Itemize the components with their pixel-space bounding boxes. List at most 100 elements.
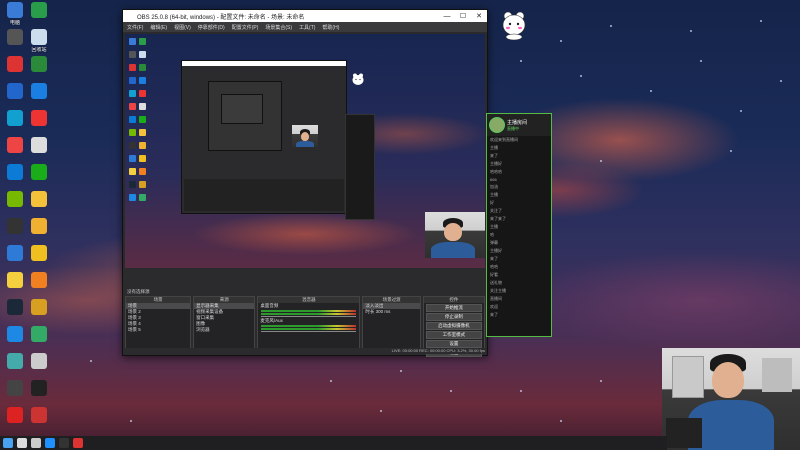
app-icon (31, 380, 47, 396)
preview-app-icon (129, 103, 136, 110)
preview-chat-panel (345, 114, 375, 220)
menu-item[interactable]: 场景集合(S) (265, 24, 292, 31)
chat-message-list[interactable]: 欢迎来到直播间 主播 来了 主播好 哈哈哈 666 加油 主播好关注了 来了来了 主播哈弹幕 主播好… (487, 136, 551, 319)
streamer-name: 主播房间 (507, 119, 528, 126)
menu-item[interactable]: 停靠部件(D) (198, 24, 225, 31)
scenes-dock[interactable]: 场景 场景 场景 2 场景 3 场景 4 场景 5 (125, 296, 192, 353)
app-icon (7, 299, 23, 315)
menu-item[interactable]: 帮助(H) (322, 24, 339, 31)
star (580, 75, 582, 77)
preview-app-icon (129, 142, 136, 149)
chat-message: 弹幕 (490, 240, 498, 245)
controls-dock[interactable]: 控件 开始推流停止录制启动虚拟摄像机工作室模式设置退出 (422, 296, 485, 357)
avatar (489, 117, 505, 133)
chat-message: 来了 (490, 256, 498, 261)
obs-window-title: OBS 25.0.8 (64-bit, windows) - 配置文件: 未命名… (137, 14, 305, 21)
preview-app-icon (129, 64, 136, 71)
volume-meter (261, 310, 357, 312)
control-button[interactable]: 工作室模式 (425, 331, 482, 339)
nested-webcam (292, 125, 318, 147)
search-icon[interactable] (17, 438, 27, 448)
mixer-channel-label: 桌面音频 (260, 303, 279, 308)
chat-message: 加油 (490, 184, 498, 189)
control-button[interactable]: 开始推流 (425, 304, 482, 312)
control-button[interactable]: 设置 (425, 340, 482, 348)
app-icon (7, 191, 23, 207)
preview-app-icon (139, 103, 146, 110)
star (450, 390, 452, 392)
app-icon[interactable] (73, 438, 83, 448)
preview-app-icon (139, 38, 146, 45)
app-icon (31, 164, 47, 180)
live-status: 直播中 (507, 125, 519, 131)
app-icon (7, 110, 23, 126)
nested-obs-window-3 (221, 94, 263, 124)
app-icon (31, 137, 47, 153)
transition-item[interactable]: 时长 300 ms (363, 309, 419, 315)
app-icon (7, 218, 23, 234)
star (780, 80, 782, 82)
mixer-dock[interactable]: 混音器 桌面音频 麦克风/Aux (257, 296, 361, 353)
app-icon (7, 326, 23, 342)
menu-item[interactable]: 配置文件(P) (232, 24, 259, 31)
chat-message: 主播 (490, 224, 498, 229)
control-button[interactable]: 停止录制 (425, 313, 482, 321)
webcam-overlay (662, 348, 800, 450)
live-chat-panel[interactable]: 主播房间 直播中 欢迎来到直播间 主播 来了 主播好 哈哈哈 666 加油 主播好关注了 来了来… (486, 113, 552, 337)
app-icon (7, 29, 23, 45)
obs-preview[interactable] (125, 34, 485, 268)
desktop-icon-label: 电脑 (9, 20, 20, 26)
minimize-button[interactable]: — (439, 13, 455, 20)
obs-icon[interactable] (59, 438, 69, 448)
menu-item[interactable]: 文件(F) (127, 24, 143, 31)
star (560, 40, 562, 42)
app-icon (31, 245, 47, 261)
star (520, 390, 522, 392)
preview-app-icon (139, 90, 146, 97)
start-icon[interactable] (3, 438, 13, 448)
preview-app-icon (129, 116, 136, 123)
chat-message: 好看 (490, 272, 498, 277)
menu-item[interactable]: 工具(T) (299, 24, 315, 31)
scene-item[interactable]: 场景 5 (126, 327, 190, 333)
app-icon (7, 2, 23, 18)
preview-app-icon (129, 194, 136, 201)
preview-app-icon (139, 77, 146, 84)
menu-item[interactable]: 编辑(E) (150, 24, 167, 31)
obs-window[interactable]: OBS 25.0.8 (64-bit, windows) - 配置文件: 未命名… (122, 9, 488, 357)
desktop-icon-label: 回收站 (31, 47, 47, 53)
source-item[interactable]: 浏览器 (194, 327, 254, 333)
app-icon (31, 272, 47, 288)
chat-message: 好 (490, 200, 494, 205)
star (700, 60, 702, 62)
star (130, 420, 132, 422)
preview-webcam (425, 212, 485, 258)
star (600, 160, 602, 162)
obs-titlebar[interactable]: OBS 25.0.8 (64-bit, windows) - 配置文件: 未命名… (123, 10, 487, 22)
volume-slider[interactable] (261, 331, 357, 332)
transitions-dock[interactable]: 场景过渡 淡入淡出 时长 300 ms (362, 296, 421, 353)
app-icon (31, 83, 47, 99)
chat-message: 哈哈哈 (490, 169, 502, 174)
preview-app-icon (129, 38, 136, 45)
sources-dock[interactable]: 来源 显示器采集 视频采集设备 窗口采集 图像 浏览器 (193, 296, 256, 353)
app-icon (31, 29, 47, 45)
star (560, 420, 562, 422)
chat-message: 来了 (490, 312, 498, 317)
preview-bear-sticker-icon (352, 73, 364, 85)
maximize-button[interactable]: ☐ (455, 12, 471, 20)
volume-slider[interactable] (261, 316, 357, 317)
menu-item[interactable]: 视图(V) (174, 24, 191, 31)
chat-message: 哈 (490, 232, 494, 237)
taskview-icon[interactable] (31, 438, 41, 448)
star (740, 110, 742, 112)
control-button[interactable]: 启动虚拟摄像机 (425, 322, 482, 330)
app-icon (31, 353, 47, 369)
edge-icon[interactable] (45, 438, 55, 448)
preview-app-icon (139, 142, 146, 149)
chat-message: 主播 (490, 145, 498, 150)
close-button[interactable]: ✕ (471, 12, 487, 20)
volume-meter (261, 325, 357, 327)
preview-app-icon (139, 51, 146, 58)
star (330, 380, 332, 382)
